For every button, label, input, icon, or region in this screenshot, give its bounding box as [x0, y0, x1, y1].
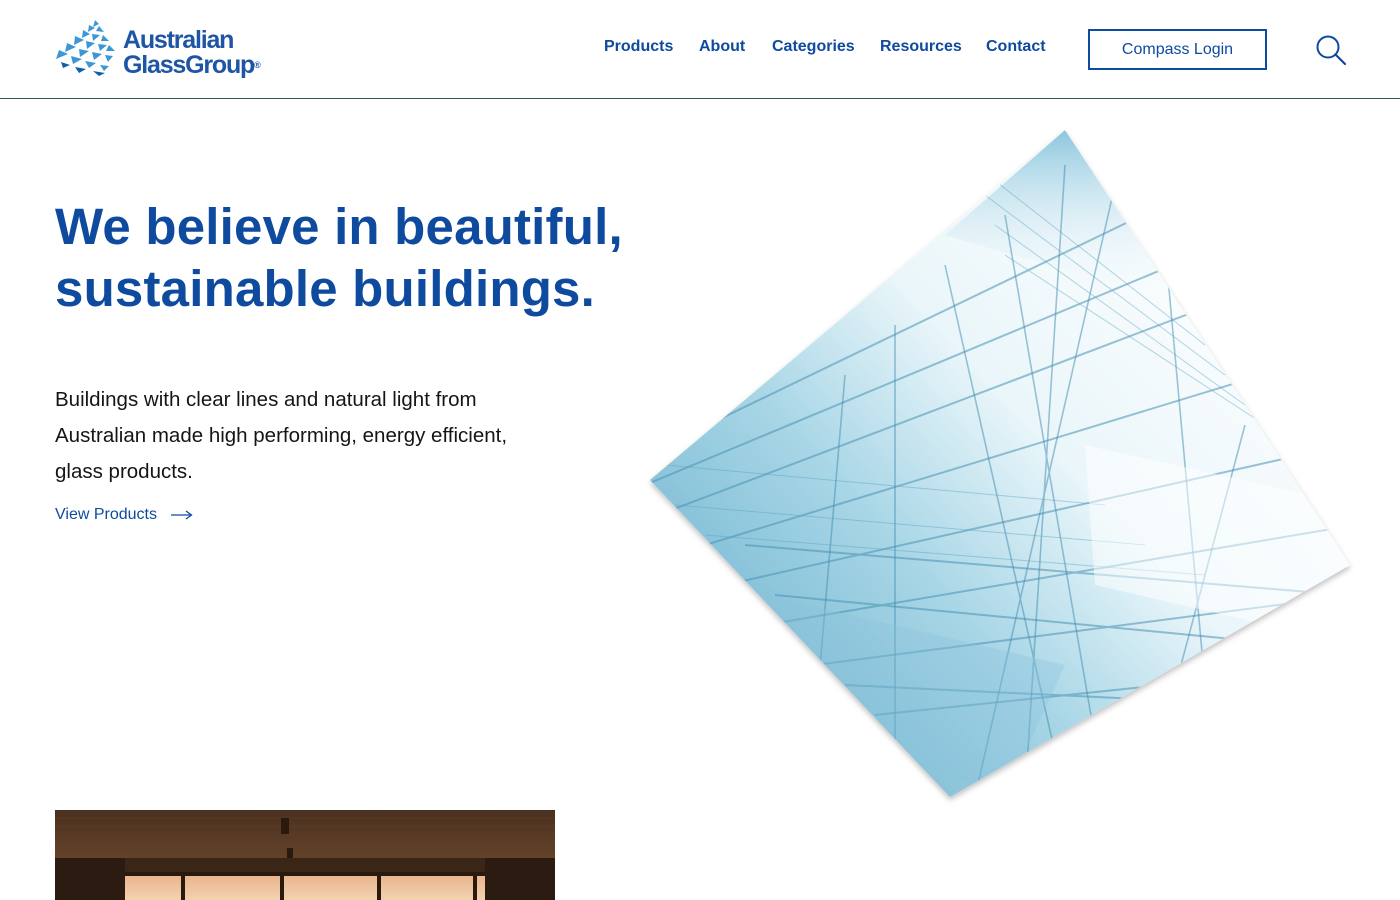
nav-item-about[interactable]: About — [699, 38, 745, 56]
nav-item-products[interactable]: Products — [604, 38, 673, 56]
logo-line-2-text: GlassGroup — [123, 51, 255, 79]
logo-line-2: GlassGroup® — [123, 53, 261, 78]
hero-title-line-2: sustainable buildings. — [55, 260, 595, 317]
glass-building-image — [645, 125, 1355, 805]
logo-wordmark: Australian GlassGroup® — [123, 28, 261, 78]
view-products-label: View Products — [55, 506, 157, 523]
logo-registered-mark: ® — [254, 60, 261, 70]
arrow-right-icon — [170, 510, 193, 520]
logo-glass-mark-icon — [56, 20, 115, 76]
nav-item-contact[interactable]: Contact — [986, 38, 1046, 56]
site-header: Australian GlassGroup® Products About Ca… — [0, 0, 1400, 99]
nav-item-categories[interactable]: Categories — [772, 38, 855, 56]
hero-title-line-1: We believe in beautiful, — [55, 198, 623, 255]
logo-line-1: Australian — [123, 26, 234, 54]
hero-description: Buildings with clear lines and natural l… — [55, 388, 508, 483]
brand-logo[interactable]: Australian GlassGroup® — [55, 18, 270, 82]
compass-login-button[interactable]: Compass Login — [1088, 29, 1267, 70]
search-icon — [1316, 35, 1347, 66]
search-button[interactable] — [1315, 34, 1347, 66]
hero-title: We believe in beautiful, sustainable bui… — [55, 196, 655, 320]
view-products-link[interactable]: View Products — [55, 506, 193, 524]
interior-photo — [55, 810, 555, 900]
nav-item-resources[interactable]: Resources — [880, 38, 962, 56]
